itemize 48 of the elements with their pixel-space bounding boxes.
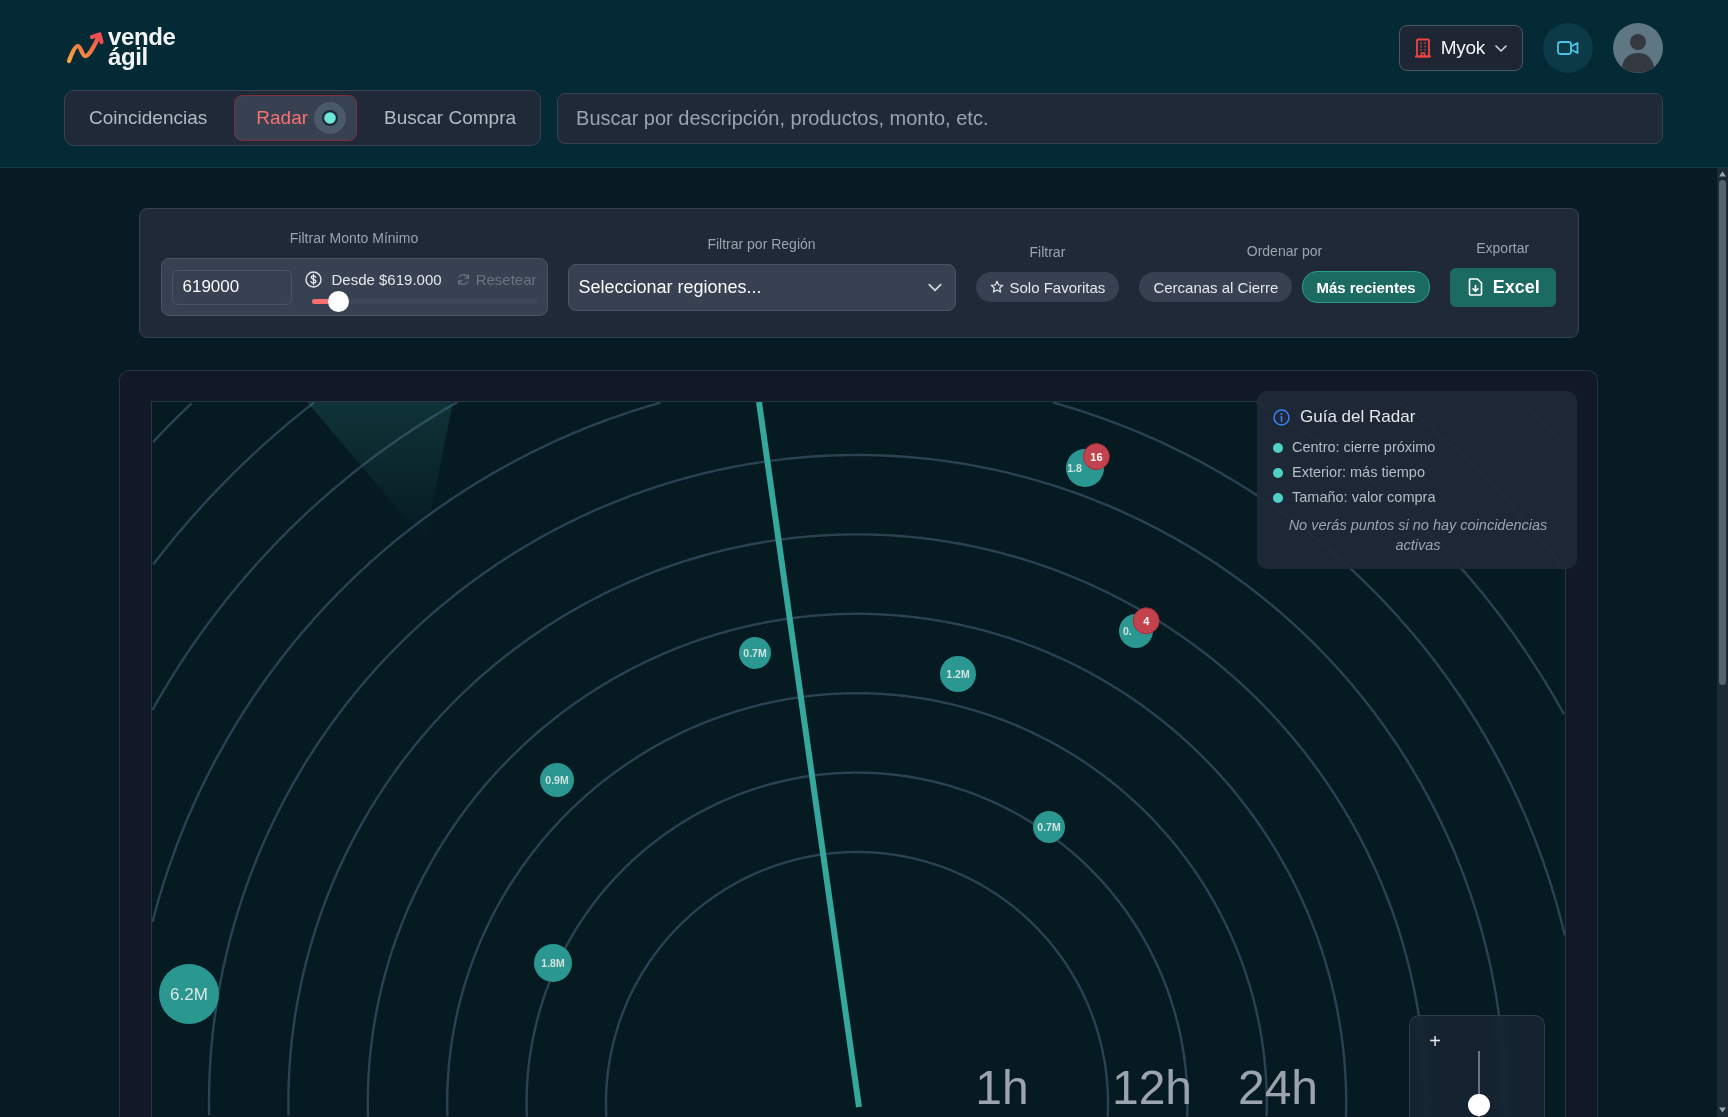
excel-export-button[interactable]: Excel	[1449, 267, 1556, 307]
bullet-icon	[1273, 442, 1283, 453]
bullet-icon	[1273, 467, 1283, 478]
amount-summary: Desde $619.000	[331, 271, 442, 288]
tab[interactable]: Radar	[234, 95, 358, 141]
logo-wordmark: vende ágil	[108, 26, 176, 70]
guide-title: Guía del Radar	[1300, 406, 1416, 428]
dollar-coin-icon	[304, 271, 322, 288]
filter-label: Exportar	[1476, 239, 1530, 256]
scroll-down-icon	[1718, 1106, 1727, 1114]
guide-note: No verás puntos si no hay coincidencias activas	[1287, 516, 1549, 555]
refresh-icon	[456, 273, 470, 286]
zoom-slider-thumb[interactable]	[1468, 1094, 1490, 1117]
sort-option[interactable]: Cercanas al Cierre	[1139, 272, 1293, 302]
logo-icon	[66, 31, 104, 65]
filter-label: Filtrar por Región	[707, 235, 816, 252]
scrollbar-thumb[interactable]	[1719, 180, 1726, 685]
video-call-button[interactable]	[1543, 23, 1593, 73]
tab[interactable]: Buscar Compra	[365, 95, 536, 141]
count-badge: 16	[1082, 443, 1110, 471]
guide-item: Centro: cierre próximo	[1292, 438, 1436, 457]
star-icon	[989, 280, 1004, 294]
ring-label: 12h	[1111, 1061, 1193, 1114]
filter-label: Filtrar Monto Mínimo	[289, 230, 419, 246]
tab[interactable]: Coincidencias	[70, 95, 227, 141]
scrollbar[interactable]	[1717, 168, 1728, 1117]
account-menu-button[interactable]: Myok	[1398, 25, 1523, 71]
ring-label: 1h	[975, 1061, 1029, 1114]
bullet-icon	[1273, 492, 1283, 503]
scroll-up-icon	[1718, 170, 1727, 178]
ring-label: 24h	[1237, 1061, 1319, 1114]
user-avatar[interactable]	[1613, 23, 1663, 73]
filter-label: Filtrar	[1029, 244, 1066, 260]
guide-item: Tamaño: valor compra	[1292, 488, 1436, 507]
sort-option[interactable]: Más recientes	[1302, 271, 1430, 303]
slider-thumb[interactable]	[327, 291, 349, 312]
building-icon	[1413, 38, 1432, 58]
filter-label: Ordenar por	[1246, 243, 1323, 259]
search-field[interactable]: Buscar por descripción, productos, monto, etc.	[557, 92, 1663, 144]
info-icon	[1273, 408, 1290, 426]
video-camera-icon	[1557, 40, 1579, 56]
zoom-in-button[interactable]: +	[1425, 1029, 1445, 1053]
filter-chip[interactable]: Solo Favoritas	[975, 272, 1120, 302]
guide-item: Exterior: más tiempo	[1292, 463, 1425, 482]
count-badge: 4	[1132, 607, 1160, 635]
file-download-icon	[1467, 278, 1483, 296]
region-dropdown[interactable]: Seleccionar regiones...	[567, 263, 956, 311]
amount-input[interactable]: 619000	[171, 269, 292, 305]
